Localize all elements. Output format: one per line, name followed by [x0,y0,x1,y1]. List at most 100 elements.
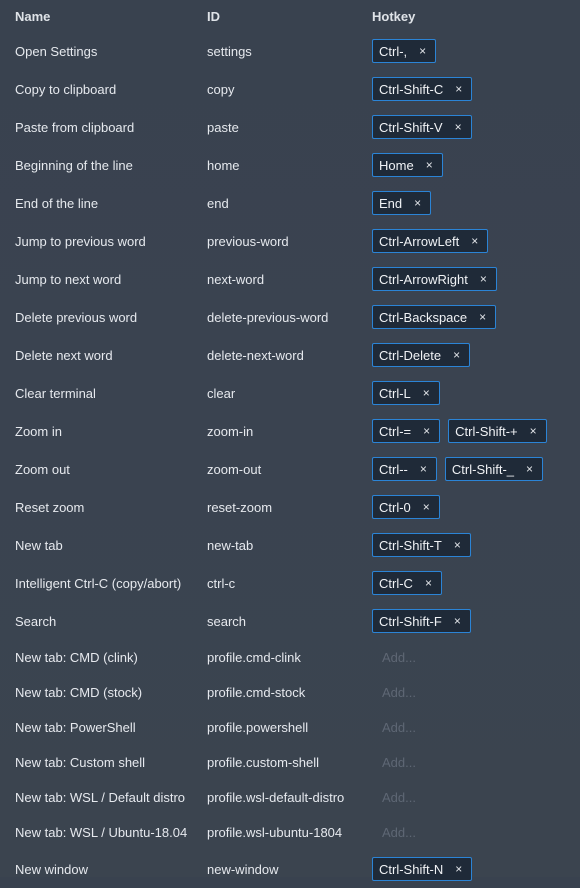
command-name: Clear terminal [15,385,96,401]
table-row: Delete next word delete-next-word Ctrl-Del… [0,336,580,374]
add-hotkey-button[interactable]: Add... [372,685,416,700]
command-name: Beginning of the line [15,157,133,173]
hotkey-label: Ctrl-Shift-+ [455,423,518,439]
remove-hotkey-icon[interactable]: × [455,120,462,134]
hotkey-chip[interactable]: Ctrl-Shift-+ × [448,419,547,443]
hotkey-cell: Ctrl-Delete × [372,343,580,367]
remove-hotkey-icon[interactable]: × [423,500,430,514]
remove-hotkey-icon[interactable]: × [423,424,430,438]
table-row: New tab: CMD (stock) profile.cmd-stock Add… [0,675,580,710]
remove-hotkey-icon[interactable]: × [419,44,426,58]
remove-hotkey-icon[interactable]: × [455,862,462,876]
hotkey-cell: Ctrl-Shift-N × [372,857,580,881]
hotkey-cell: Add... [372,685,580,700]
remove-hotkey-icon[interactable]: × [423,386,430,400]
hotkey-cell: Ctrl-- × Ctrl-Shift-_ × [372,457,580,481]
remove-hotkey-icon[interactable]: × [425,576,432,590]
command-id: zoom-out [207,461,262,477]
hotkey-cell: End × [372,191,580,215]
table-row: New window new-window Ctrl-Shift-N × [0,850,580,888]
table-row: Beginning of the line home Home × [0,146,580,184]
command-name: Reset zoom [15,499,85,515]
add-hotkey-button[interactable]: Add... [372,755,416,770]
remove-hotkey-icon[interactable]: × [455,82,462,96]
hotkey-cell: Add... [372,720,580,735]
hotkey-label: Ctrl-Shift-_ [451,461,515,477]
table-row: Jump to previous word previous-word Ctrl-A… [0,222,580,260]
command-id: new-window [207,861,279,877]
remove-hotkey-icon[interactable]: × [526,462,533,476]
table-row: New tab: WSL / Default distro profile.wsl… [0,780,580,815]
hotkey-chip[interactable]: Ctrl-ArrowRight × [372,267,497,291]
hotkey-chip[interactable]: Ctrl-Backspace × [372,305,497,329]
command-id: previous-word [207,233,289,249]
hotkey-chip[interactable]: Ctrl-Shift-V × [372,115,472,139]
remove-hotkey-icon[interactable]: × [426,158,433,172]
hotkey-chip[interactable]: Ctrl-C × [372,571,442,595]
table-header: Name ID Hotkey [0,0,580,32]
table-row: Zoom out zoom-out Ctrl-- × Ctrl-Shift-_ × [0,450,580,488]
remove-hotkey-icon[interactable]: × [420,462,427,476]
command-id: next-word [207,271,265,287]
hotkey-chip[interactable]: Ctrl-- × [372,457,437,481]
hotkey-cell: Ctrl-= × Ctrl-Shift-+ × [372,419,580,443]
remove-hotkey-icon[interactable]: × [471,234,478,248]
command-id: search [207,613,247,629]
hotkey-chip[interactable]: Ctrl-0 × [372,495,440,519]
hotkey-cell: Add... [372,790,580,805]
remove-hotkey-icon[interactable]: × [454,538,461,552]
command-name: Zoom in [15,423,62,439]
command-name: Delete previous word [15,309,138,325]
remove-hotkey-icon[interactable]: × [414,196,421,210]
command-name: Delete next word [15,347,113,363]
hotkey-chip[interactable]: Ctrl-Shift-C × [372,77,473,101]
remove-hotkey-icon[interactable]: × [530,424,537,438]
hotkeys-table: Name ID Hotkey Open Settings settings Ctrl… [0,0,580,888]
hotkey-chip[interactable]: Ctrl-Shift-F × [372,609,471,633]
command-name: Jump to previous word [15,233,146,249]
hotkey-chip[interactable]: Ctrl-L × [372,381,440,405]
command-name: New tab: CMD (stock) [15,685,143,700]
hotkey-chip[interactable]: Home × [372,153,443,177]
table-row: Zoom in zoom-in Ctrl-= × Ctrl-Shift-+ × [0,412,580,450]
table-row: New tab new-tab Ctrl-Shift-T × [0,526,580,564]
command-name: Copy to clipboard [15,81,117,97]
add-hotkey-button[interactable]: Add... [372,650,416,665]
hotkey-cell: Add... [372,825,580,840]
add-hotkey-button[interactable]: Add... [372,720,416,735]
remove-hotkey-icon[interactable]: × [479,310,486,324]
remove-hotkey-icon[interactable]: × [454,614,461,628]
command-id: end [207,195,229,211]
hotkey-chip[interactable]: Ctrl-Delete × [372,343,471,367]
table-row: Copy to clipboard copy Ctrl-Shift-C × [0,70,580,108]
table-row: New tab: CMD (clink) profile.cmd-clink Add… [0,640,580,675]
table-row: Paste from clipboard paste Ctrl-Shift-V × [0,108,580,146]
command-name: Paste from clipboard [15,119,135,135]
hotkey-chip[interactable]: Ctrl-, × [372,39,437,63]
command-id: paste [207,119,239,135]
command-id: new-tab [207,537,254,553]
add-hotkey-button[interactable]: Add... [372,790,416,805]
table-row: Clear terminal clear Ctrl-L × [0,374,580,412]
remove-hotkey-icon[interactable]: × [453,348,460,362]
add-hotkey-button[interactable]: Add... [372,825,416,840]
hotkey-cell: Ctrl-Shift-F × [372,609,580,633]
hotkey-chip[interactable]: Ctrl-ArrowLeft × [372,229,489,253]
command-id: zoom-in [207,423,254,439]
hotkey-chip[interactable]: Ctrl-Shift-_ × [444,457,544,481]
command-id: profile.cmd-clink [207,650,301,665]
hotkey-chip[interactable]: Ctrl-= × [372,419,441,443]
hotkey-label: Ctrl-C [379,575,413,591]
hotkey-chip[interactable]: Ctrl-Shift-N × [372,857,473,881]
hotkey-chip[interactable]: Ctrl-Shift-T × [372,533,471,557]
hotkey-cell: Add... [372,650,580,665]
remove-hotkey-icon[interactable]: × [480,272,487,286]
hotkey-label: Ctrl-0 [379,499,411,515]
command-name: Open Settings [15,43,98,59]
hotkey-cell: Ctrl-Backspace × [372,305,580,329]
table-row: End of the line end End × [0,184,580,222]
hotkey-chip[interactable]: End × [372,191,432,215]
command-name: New window [15,861,88,877]
command-name: End of the line [15,195,99,211]
hotkey-label: Ctrl-Shift-C [379,81,444,97]
